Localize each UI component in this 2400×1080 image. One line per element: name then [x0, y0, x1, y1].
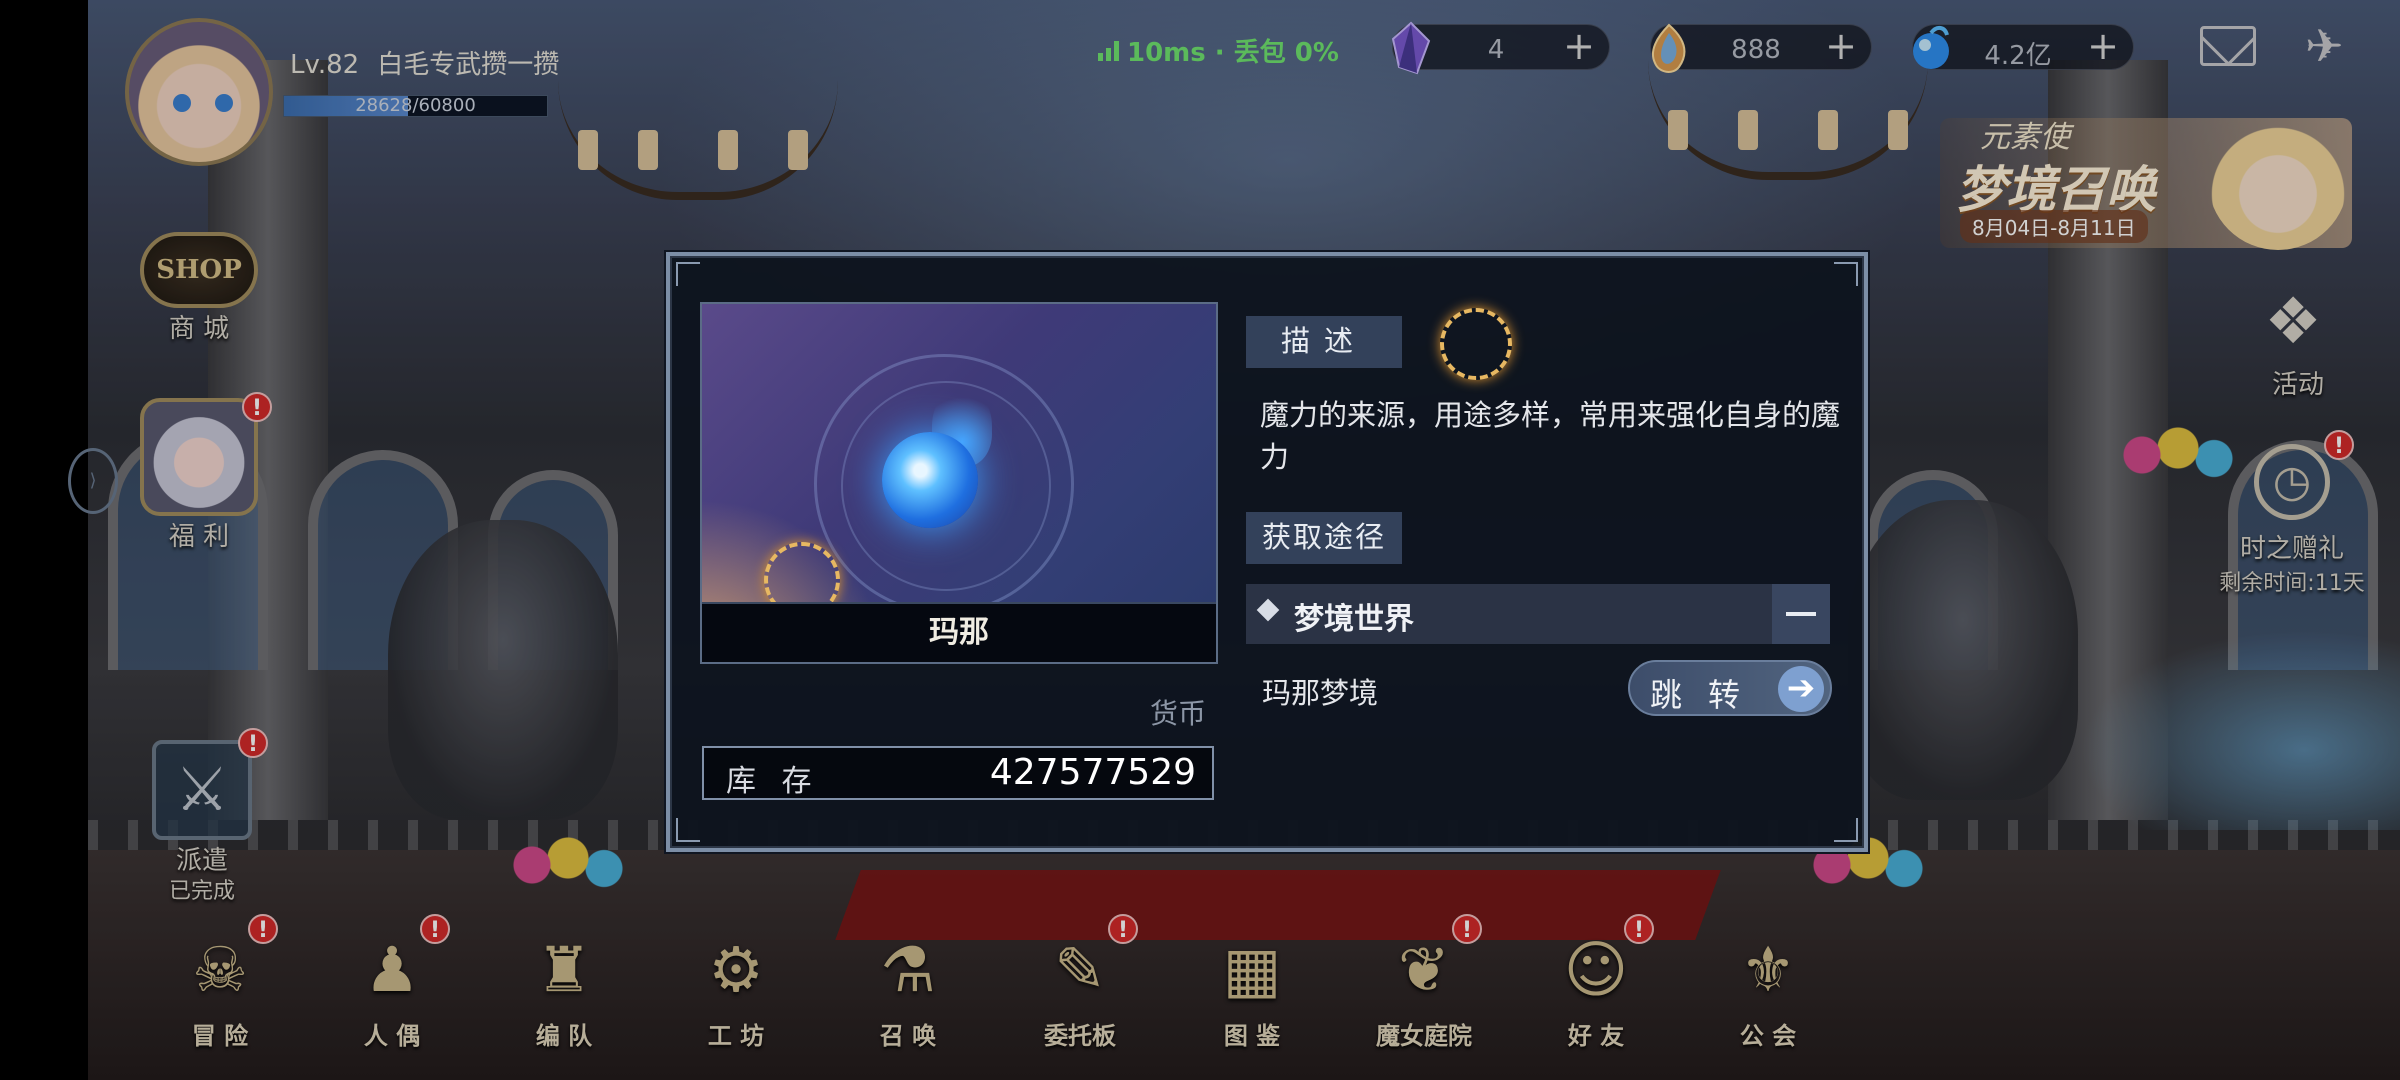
stock-value: 427577529	[989, 752, 1196, 793]
stock-box: 库 存 427577529	[702, 746, 1214, 800]
frame-corner	[1834, 818, 1858, 842]
sub-source-name: 玛那梦境	[1262, 676, 1379, 710]
arrow-right-icon: ➔	[1778, 666, 1824, 712]
frame-corner	[1834, 262, 1858, 286]
source-name: 梦境世界	[1294, 602, 1414, 637]
item-description: 魔力的来源，用途多样，常用来强化自身的魔力	[1260, 398, 1841, 474]
frame-corner	[676, 818, 700, 842]
jump-label: 跳转	[1650, 676, 1767, 714]
sparkle-ring	[1440, 308, 1512, 380]
stock-label: 库 存	[726, 764, 820, 799]
item-name: 玛那	[929, 615, 989, 650]
description-tag: 描述	[1246, 316, 1402, 368]
item-name-bar: 玛那	[702, 602, 1216, 662]
item-type: 货币	[1150, 697, 1207, 730]
item-artwork: 玛那	[700, 302, 1218, 664]
item-detail-dialog: 玛那 货币 库 存 427577529 描述 魔力的来源，用途多样，常用来强化自…	[666, 252, 1868, 852]
source-row[interactable]: 梦境世界	[1246, 584, 1830, 644]
mana-orb-icon	[882, 432, 978, 528]
diamond-bullet-icon	[1256, 598, 1280, 622]
jump-button[interactable]: 跳转 ➔	[1628, 660, 1832, 716]
collapse-button[interactable]	[1772, 584, 1830, 644]
frame-corner	[676, 262, 700, 286]
source-tag: 获取途径	[1246, 512, 1402, 564]
